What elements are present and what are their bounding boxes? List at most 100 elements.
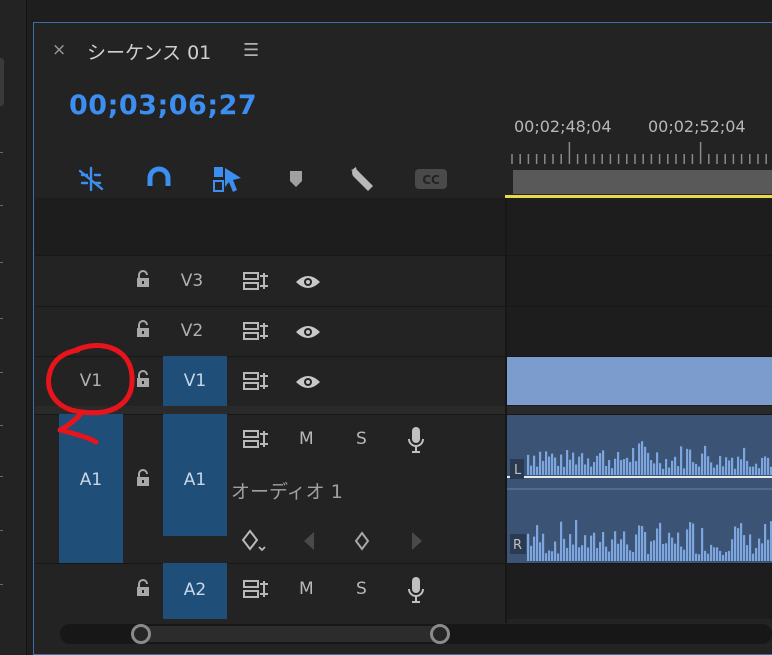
- lock-icon[interactable]: [134, 578, 152, 598]
- waveform-bar: [617, 452, 620, 475]
- waveform-bar: [533, 455, 536, 475]
- waveform-bar: [530, 465, 533, 475]
- channel-label-right: R: [513, 538, 522, 553]
- panel-menu-icon[interactable]: ☰: [243, 40, 259, 61]
- track-target-a2[interactable]: A2: [163, 563, 227, 619]
- previous-keyframe-icon[interactable]: [300, 530, 318, 552]
- waveform-bar: [713, 467, 716, 475]
- waveform-bar: [551, 551, 554, 561]
- add-keyframe-icon[interactable]: [353, 530, 371, 552]
- toggle-sync-lock-icon[interactable]: [242, 579, 270, 599]
- waveform-bar: [740, 459, 743, 475]
- lock-icon[interactable]: [134, 319, 152, 339]
- waveform-bar: [767, 539, 770, 561]
- waveform-bar: [656, 528, 659, 561]
- waveform-bar: [581, 545, 584, 561]
- waveform-bar: [635, 461, 638, 475]
- panel-resize-notch[interactable]: [0, 58, 4, 106]
- annotation-circle: [46, 343, 135, 445]
- keyframe-menu-icon[interactable]: [240, 529, 270, 553]
- lock-icon[interactable]: [134, 468, 152, 488]
- waveform-bar: [692, 523, 695, 561]
- track-target-v1[interactable]: V1: [163, 356, 227, 406]
- mute-button[interactable]: M: [299, 579, 314, 599]
- waveform-bar: [581, 453, 584, 475]
- waveform-bar: [725, 551, 728, 561]
- waveform-bar: [578, 547, 581, 561]
- waveform-bar: [710, 544, 713, 561]
- wrench-icon[interactable]: [346, 164, 380, 194]
- time-ruler[interactable]: [510, 142, 772, 164]
- waveform-bar: [539, 451, 542, 475]
- nest-icon[interactable]: [74, 164, 108, 194]
- waveform-bar: [746, 460, 749, 475]
- waveform-bar: [611, 539, 614, 561]
- zoom-scrollbar-thumb[interactable]: [134, 626, 448, 642]
- timeline-track-v3[interactable]: [507, 255, 772, 306]
- eye-icon[interactable]: [294, 322, 322, 342]
- panel-tick: [0, 318, 3, 319]
- waveform-bar: [650, 541, 653, 561]
- eye-icon[interactable]: [294, 272, 322, 292]
- waveform-bar: [626, 544, 629, 561]
- zoom-handle-right[interactable]: [430, 624, 450, 644]
- toggle-sync-lock-icon[interactable]: [242, 371, 270, 391]
- waveform-bar: [653, 463, 656, 475]
- solo-button[interactable]: S: [356, 579, 367, 599]
- waveform-bar: [593, 532, 596, 561]
- add-marker-icon[interactable]: [279, 164, 313, 194]
- eye-icon[interactable]: [294, 372, 322, 392]
- waveform-bar: [668, 532, 671, 561]
- close-tab-button[interactable]: ×: [52, 40, 66, 60]
- lock-icon[interactable]: [134, 269, 152, 289]
- next-keyframe-icon[interactable]: [408, 530, 426, 552]
- waveform-bar: [563, 466, 566, 475]
- waveform-bar: [764, 456, 767, 475]
- waveform-bar: [710, 462, 713, 475]
- zoom-handle-left[interactable]: [131, 624, 151, 644]
- waveform-bar: [563, 538, 566, 561]
- toggle-sync-lock-icon[interactable]: [242, 321, 270, 341]
- timeline-track-v2[interactable]: [507, 306, 772, 356]
- waveform-bar: [689, 522, 692, 561]
- toggle-sync-lock-icon[interactable]: [242, 429, 270, 449]
- waveform-bar: [569, 534, 572, 561]
- work-area-bar[interactable]: [513, 170, 772, 194]
- playhead-timecode[interactable]: 00;03;06;27: [69, 90, 257, 121]
- waveform-bar: [704, 550, 707, 561]
- timeline-track-a2[interactable]: [507, 563, 772, 619]
- waveform-bar: [608, 459, 611, 475]
- waveform-bar: [584, 535, 587, 561]
- solo-button[interactable]: S: [356, 429, 367, 449]
- waveform-bar: [560, 454, 563, 475]
- microphone-icon[interactable]: [406, 575, 426, 605]
- waveform-bar: [572, 544, 575, 561]
- waveform-bar: [728, 550, 731, 561]
- mute-button[interactable]: M: [299, 429, 314, 449]
- waveform-bar: [629, 461, 632, 475]
- track-target-v3[interactable]: V3: [163, 271, 221, 291]
- microphone-icon[interactable]: [406, 425, 426, 455]
- waveform-bar: [632, 552, 635, 561]
- video-clip[interactable]: [507, 357, 772, 405]
- track-target-a1[interactable]: A1: [163, 414, 227, 536]
- closed-captions-icon[interactable]: CC: [414, 164, 448, 194]
- waveform-bar: [596, 455, 599, 475]
- waveform-bar: [728, 460, 731, 475]
- snap-magnet-icon[interactable]: [142, 164, 176, 194]
- waveform-bar: [617, 543, 620, 561]
- waveform-bar: [701, 453, 704, 475]
- waveform-bar: [737, 528, 740, 561]
- track-target-v2[interactable]: V2: [163, 321, 221, 341]
- linked-selection-icon[interactable]: [210, 164, 244, 194]
- panel-tick: [0, 152, 3, 153]
- waveform-bar: [539, 542, 542, 561]
- waveform-bar: [548, 456, 551, 475]
- toggle-sync-lock-icon[interactable]: [242, 271, 270, 291]
- timeline-spacer: [507, 198, 772, 255]
- sequence-tab-title[interactable]: シーケンス 01: [87, 38, 211, 65]
- waveform-bar: [758, 468, 761, 475]
- waveform-bar: [746, 545, 749, 561]
- waveform-bar: [761, 457, 764, 475]
- track-name-a1[interactable]: オーディオ 1: [231, 477, 343, 504]
